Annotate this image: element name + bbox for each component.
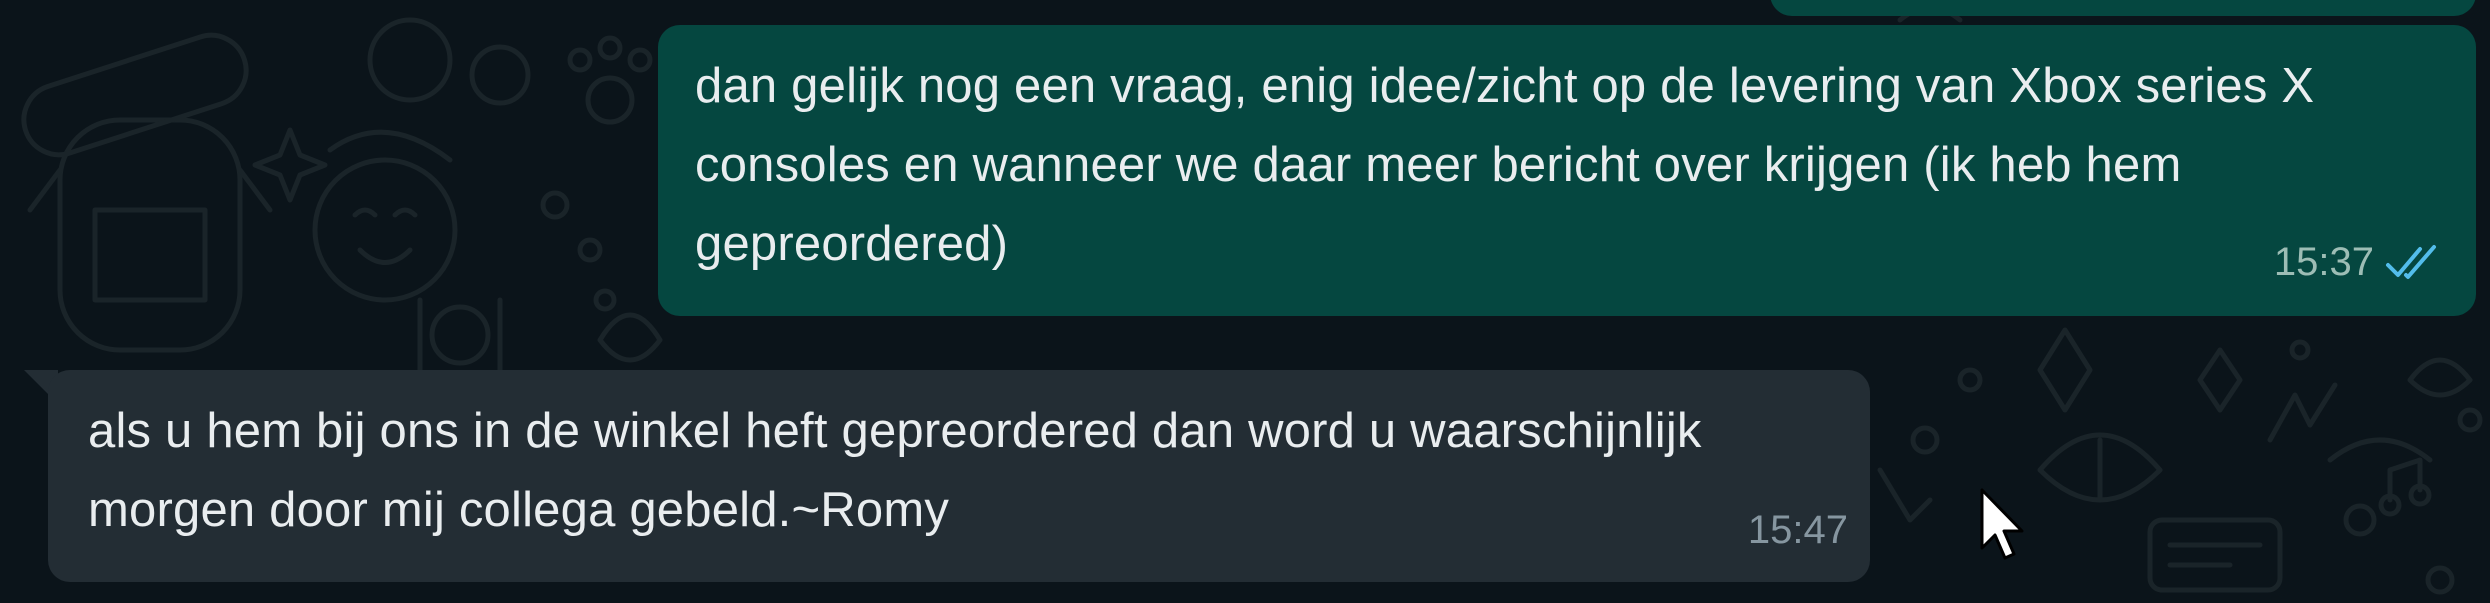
chat-conversation-area: dan gelijk nog een vraag, enig idee/zich… (0, 0, 2490, 603)
incoming-message-bubble[interactable]: als u hem bij ons in de winkel heft gepr… (48, 370, 1870, 582)
outgoing-message-time: 15:37 (2273, 240, 2374, 284)
incoming-message-text: als u hem bij ons in de winkel heft gepr… (88, 404, 1702, 537)
outgoing-message-text: dan gelijk nog een vraag, enig idee/zich… (695, 59, 2315, 271)
previous-outgoing-bubble-edge (1770, 0, 2476, 16)
double-check-read-icon (2386, 244, 2436, 279)
outgoing-message-bubble[interactable]: dan gelijk nog een vraag, enig idee/zich… (658, 25, 2476, 316)
incoming-message-meta: 15:47 (1748, 491, 1848, 570)
incoming-message-time: 15:47 (1747, 508, 1848, 552)
outgoing-message-meta: 15:37 (2274, 223, 2442, 302)
mouse-pointer-icon (1980, 488, 2024, 560)
